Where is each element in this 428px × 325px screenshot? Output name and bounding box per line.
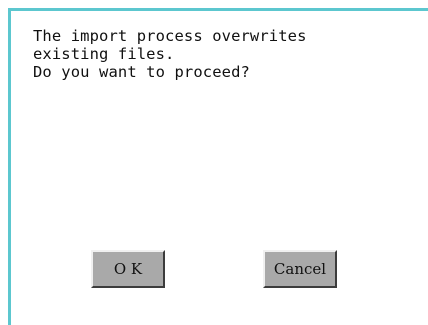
message-line-1: The import process overwrites — [33, 27, 307, 45]
message-line-3: Do you want to proceed? — [33, 63, 250, 81]
dialog-frame-left — [8, 8, 11, 325]
dialog-frame-top — [8, 8, 428, 11]
cancel-button[interactable]: Cancel — [263, 250, 337, 288]
ok-button[interactable]: O K — [91, 250, 165, 288]
cancel-button-label: Cancel — [273, 260, 327, 278]
ok-button-label: O K — [113, 260, 143, 278]
confirm-dialog: The import process overwrites existing f… — [0, 0, 428, 325]
message-line-2: existing files. — [33, 45, 175, 63]
dialog-message: The import process overwrites existing f… — [33, 27, 413, 81]
